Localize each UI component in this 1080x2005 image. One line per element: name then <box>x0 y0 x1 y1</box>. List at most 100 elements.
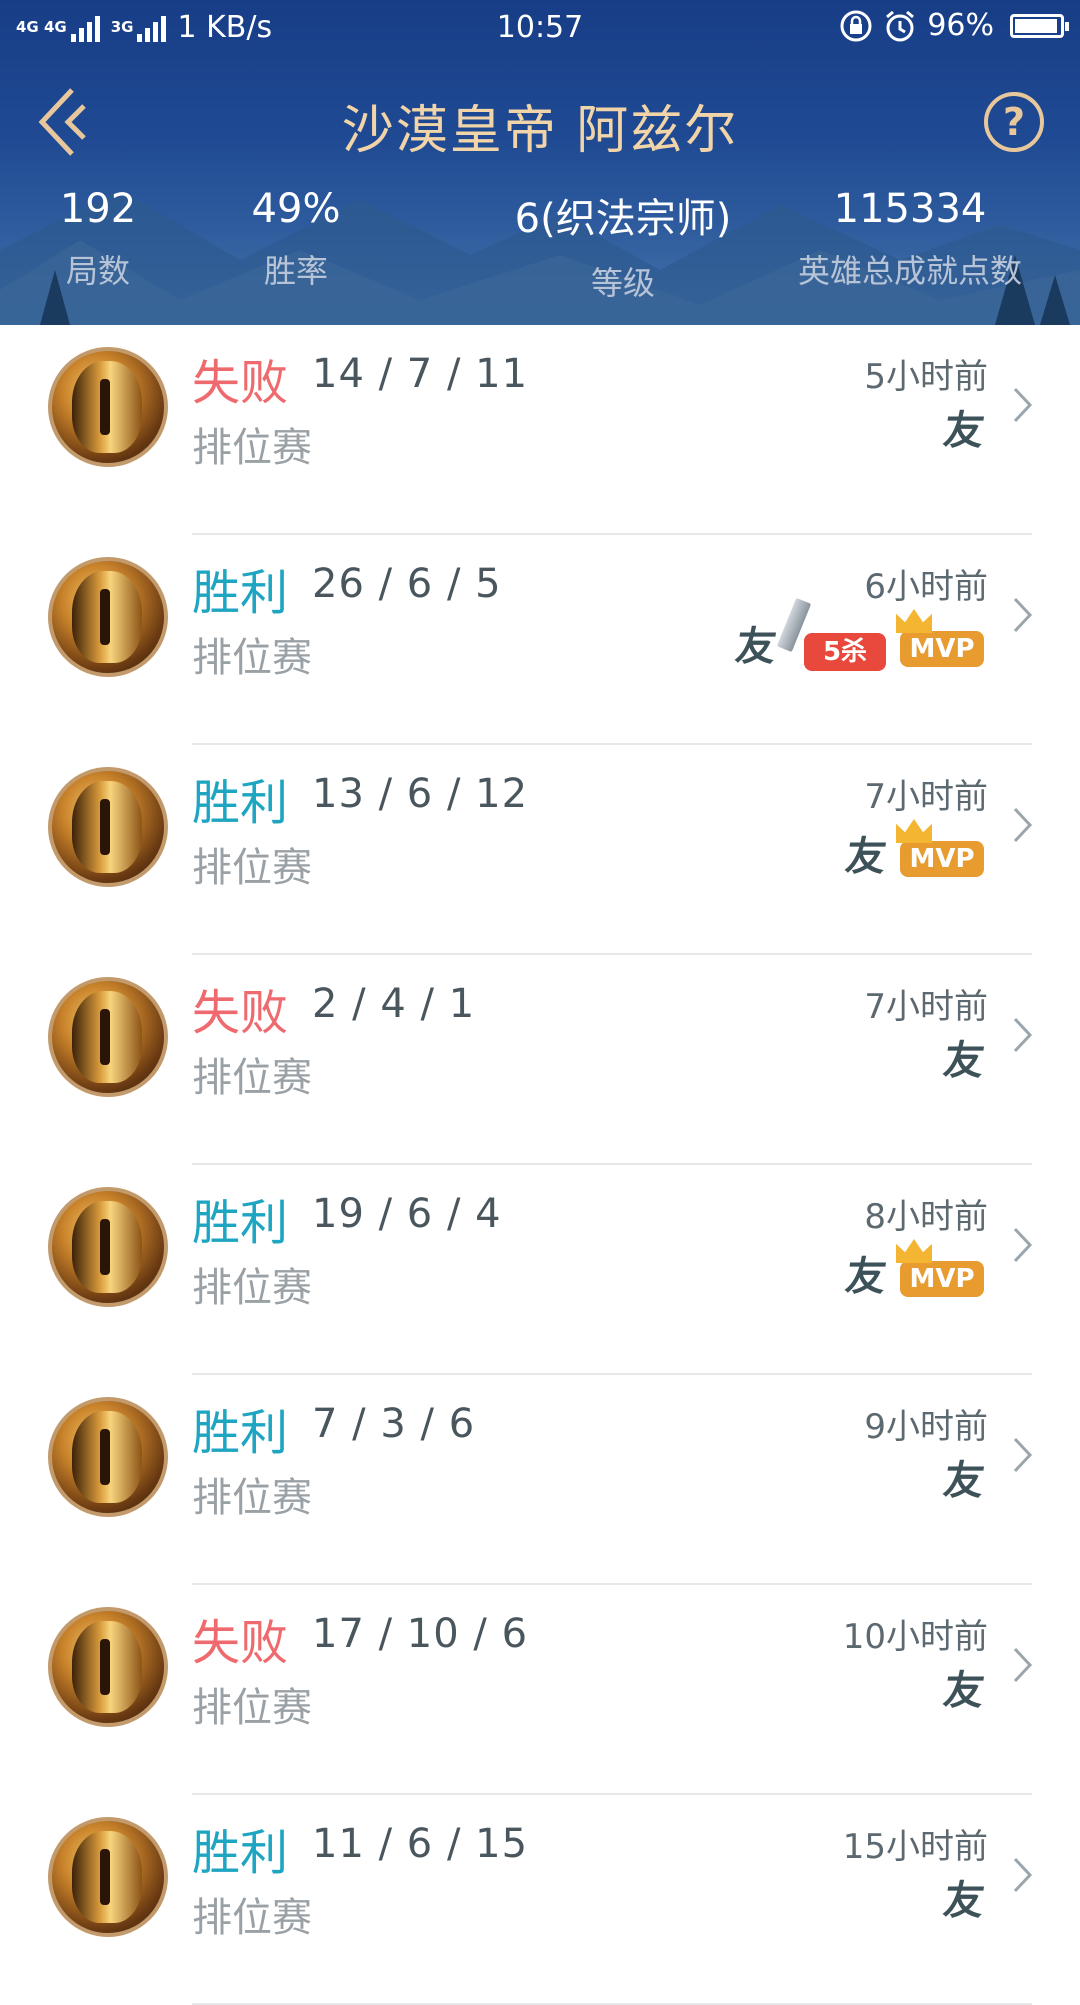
friend-icon: 友 <box>940 1668 988 1714</box>
match-mode: 排位赛 <box>192 1685 312 1731</box>
match-row[interactable]: 胜利 13 / 6 / 12 排位赛 7小时前 友 MVP <box>0 745 1080 955</box>
match-kda: 13 / 6 / 12 <box>312 771 529 817</box>
match-time: 15小时前 <box>842 1827 988 1867</box>
crown-icon <box>896 819 932 843</box>
chevron-right-icon <box>1013 1857 1033 1893</box>
crown-icon <box>896 1239 932 1263</box>
chevron-right-icon <box>1013 1227 1033 1263</box>
match-mode: 排位赛 <box>192 845 312 891</box>
match-result: 胜利 <box>192 565 289 621</box>
chevron-right-icon <box>1013 387 1033 423</box>
stat-label: 英雄总成就点数 <box>797 252 1022 290</box>
stat-label: 局数 <box>65 252 130 290</box>
hero-avatar <box>48 557 168 677</box>
friend-icon: 友 <box>940 1038 988 1084</box>
match-mode: 排位赛 <box>192 425 312 471</box>
match-time: 7小时前 <box>864 987 988 1027</box>
friend-icon: 友 <box>940 1458 988 1504</box>
match-mode: 排位赛 <box>192 1055 312 1101</box>
match-badges: 友 <box>940 1458 988 1504</box>
match-time: 9小时前 <box>864 1407 988 1447</box>
match-kda: 19 / 6 / 4 <box>312 1191 502 1237</box>
match-row[interactable]: 胜利 26 / 6 / 5 排位赛 6小时前 友 5杀 MVP <box>0 535 1080 745</box>
match-mode: 排位赛 <box>192 635 312 681</box>
match-row[interactable]: 胜利 11 / 6 / 15 排位赛 15小时前 友 <box>0 1795 1080 2005</box>
five-kill-label: 5杀 <box>804 633 886 671</box>
mvp-badge: MVP <box>896 609 984 669</box>
friend-icon: 友 <box>842 834 890 880</box>
mvp-badge: MVP <box>896 819 984 879</box>
hero-avatar <box>48 1607 168 1727</box>
friend-icon: 友 <box>842 1254 890 1300</box>
visor-art <box>100 799 110 855</box>
match-kda: 26 / 6 / 5 <box>312 561 502 607</box>
stat-value: 115334 <box>833 186 987 232</box>
match-result: 失败 <box>192 1615 289 1671</box>
five-kill-badge: 5杀 <box>776 597 886 671</box>
friend-icon: 友 <box>732 624 780 670</box>
match-mode: 排位赛 <box>192 1265 312 1311</box>
match-badges: 友 <box>940 1878 988 1924</box>
stat-label: 等级 <box>590 264 655 302</box>
match-row[interactable]: 失败 14 / 7 / 11 排位赛 5小时前 友 <box>0 325 1080 535</box>
match-list: 失败 14 / 7 / 11 排位赛 5小时前 友 胜利 26 / 6 / 5 … <box>0 325 1080 2005</box>
crown-icon <box>896 609 932 633</box>
match-result: 胜利 <box>192 775 289 831</box>
visor-art <box>100 1849 110 1905</box>
friend-icon: 友 <box>940 408 988 454</box>
match-kda: 14 / 7 / 11 <box>312 351 529 397</box>
battery-percent: 96% <box>927 8 994 43</box>
hero-avatar <box>48 1187 168 1307</box>
stat-value: 6(织法宗师) <box>514 196 732 242</box>
visor-art <box>100 379 110 435</box>
match-badges: 友 MVP <box>842 819 984 880</box>
match-badges: 友 <box>940 1038 988 1084</box>
page-title: 沙漠皇帝 阿兹尔 <box>341 101 739 161</box>
match-row[interactable]: 胜利 7 / 3 / 6 排位赛 9小时前 友 <box>0 1375 1080 1585</box>
chevron-right-icon <box>1013 597 1033 633</box>
chevron-right-icon <box>1013 1647 1033 1683</box>
rotation-lock-icon <box>840 10 872 41</box>
stat-label: 胜率 <box>263 252 328 290</box>
help-button[interactable]: ? <box>984 92 1044 152</box>
hero-avatar <box>48 347 168 467</box>
match-badges: 友 <box>940 408 988 454</box>
match-result: 失败 <box>192 985 289 1041</box>
mvp-badge: MVP <box>896 1239 984 1299</box>
mvp-label: MVP <box>900 631 984 667</box>
match-badges: 友 MVP <box>842 1239 984 1300</box>
chevron-right-icon <box>1013 807 1033 843</box>
chevron-right-icon <box>1013 1437 1033 1473</box>
match-kda: 17 / 10 / 6 <box>312 1611 529 1657</box>
friend-icon: 友 <box>940 1878 988 1924</box>
match-row[interactable]: 失败 2 / 4 / 1 排位赛 7小时前 友 <box>0 955 1080 1165</box>
visor-art <box>100 589 110 645</box>
stat-level: 6(织法宗师) 等级 <box>498 186 748 304</box>
visor-art <box>100 1009 110 1065</box>
match-row[interactable]: 失败 17 / 10 / 6 排位赛 10小时前 友 <box>0 1585 1080 1795</box>
hero-avatar <box>48 977 168 1097</box>
stat-achievement-points: 115334 英雄总成就点数 <box>780 186 1040 292</box>
stat-value: 192 <box>59 186 137 232</box>
chevron-right-icon <box>1013 1017 1033 1053</box>
status-right: 96% <box>839 8 1069 43</box>
mvp-label: MVP <box>900 1261 984 1297</box>
hero-avatar <box>48 1817 168 1937</box>
status-bar: 4G 4G 3G 1 KB/s 10:57 96% <box>0 0 1080 56</box>
match-result: 胜利 <box>192 1825 289 1881</box>
match-kda: 7 / 3 / 6 <box>312 1401 476 1447</box>
match-result: 失败 <box>192 355 289 411</box>
header: 4G 4G 3G 1 KB/s 10:57 96% 沙漠皇帝 阿兹尔 ? 192… <box>0 0 1080 325</box>
match-result: 胜利 <box>192 1195 289 1251</box>
match-time: 5小时前 <box>864 357 988 397</box>
stat-value: 49% <box>251 186 341 232</box>
match-row[interactable]: 胜利 19 / 6 / 4 排位赛 8小时前 友 MVP <box>0 1165 1080 1375</box>
match-badges: 友 <box>940 1668 988 1714</box>
match-time: 8小时前 <box>864 1197 988 1237</box>
visor-art <box>100 1639 110 1695</box>
visor-art <box>100 1219 110 1275</box>
match-time: 6小时前 <box>864 567 988 607</box>
match-badges: 友 5杀 MVP <box>732 597 984 671</box>
match-result: 胜利 <box>192 1405 289 1461</box>
match-mode: 排位赛 <box>192 1475 312 1521</box>
